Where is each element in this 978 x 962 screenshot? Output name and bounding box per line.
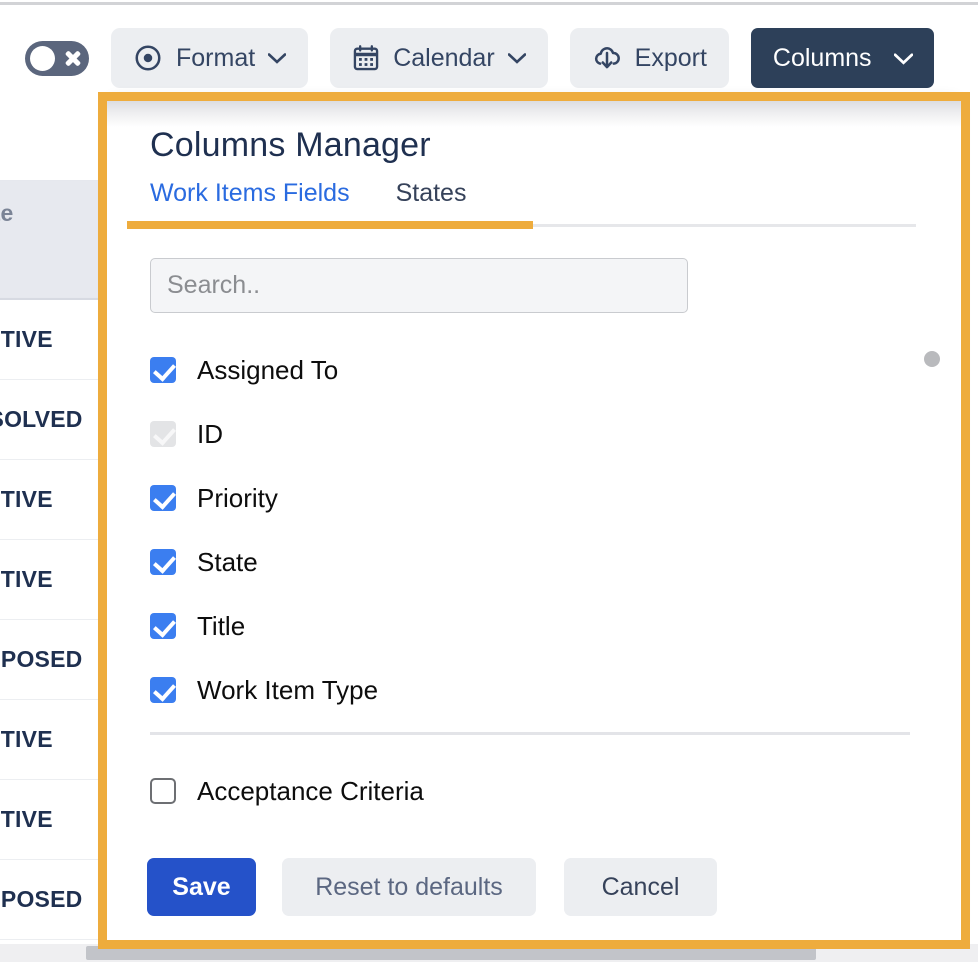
format-button-label: Format xyxy=(176,44,255,73)
table-row[interactable]: CTIVE xyxy=(0,780,112,860)
table-row[interactable]: CTIVE xyxy=(0,700,112,780)
background-table: ate CTIVE ESOLVED CTIVE CTIVE ROPOSED CT… xyxy=(0,180,112,962)
table-row[interactable]: CTIVE xyxy=(0,460,112,540)
columns-button[interactable]: Columns xyxy=(751,28,934,88)
table-header-state: ate xyxy=(0,180,112,300)
chevron-down-icon xyxy=(508,53,526,64)
visibility-toggle[interactable] xyxy=(25,41,89,76)
table-row[interactable]: CTIVE xyxy=(0,540,112,620)
toolbar: Format Calendar xyxy=(0,20,934,96)
export-button-label: Export xyxy=(635,44,707,73)
chevron-down-icon xyxy=(268,53,286,64)
toggle-knob-icon xyxy=(30,46,55,71)
highlight-frame xyxy=(98,92,970,949)
format-button[interactable]: Format xyxy=(111,28,308,88)
calendar-button-label: Calendar xyxy=(393,44,494,73)
export-button[interactable]: Export xyxy=(570,28,729,88)
table-row[interactable]: CTIVE xyxy=(0,300,112,380)
close-x-icon xyxy=(62,47,84,69)
eye-icon xyxy=(133,43,163,73)
calendar-icon xyxy=(352,44,380,72)
cloud-download-icon xyxy=(592,43,622,73)
table-row[interactable]: ROPOSED xyxy=(0,620,112,700)
table-row[interactable]: ESOLVED xyxy=(0,380,112,460)
table-row[interactable]: ROPOSED xyxy=(0,860,112,940)
screen: Format Calendar xyxy=(0,0,978,962)
columns-button-label: Columns xyxy=(773,44,872,73)
top-divider xyxy=(0,2,978,5)
chevron-down-icon xyxy=(894,53,912,64)
calendar-button[interactable]: Calendar xyxy=(330,28,547,88)
